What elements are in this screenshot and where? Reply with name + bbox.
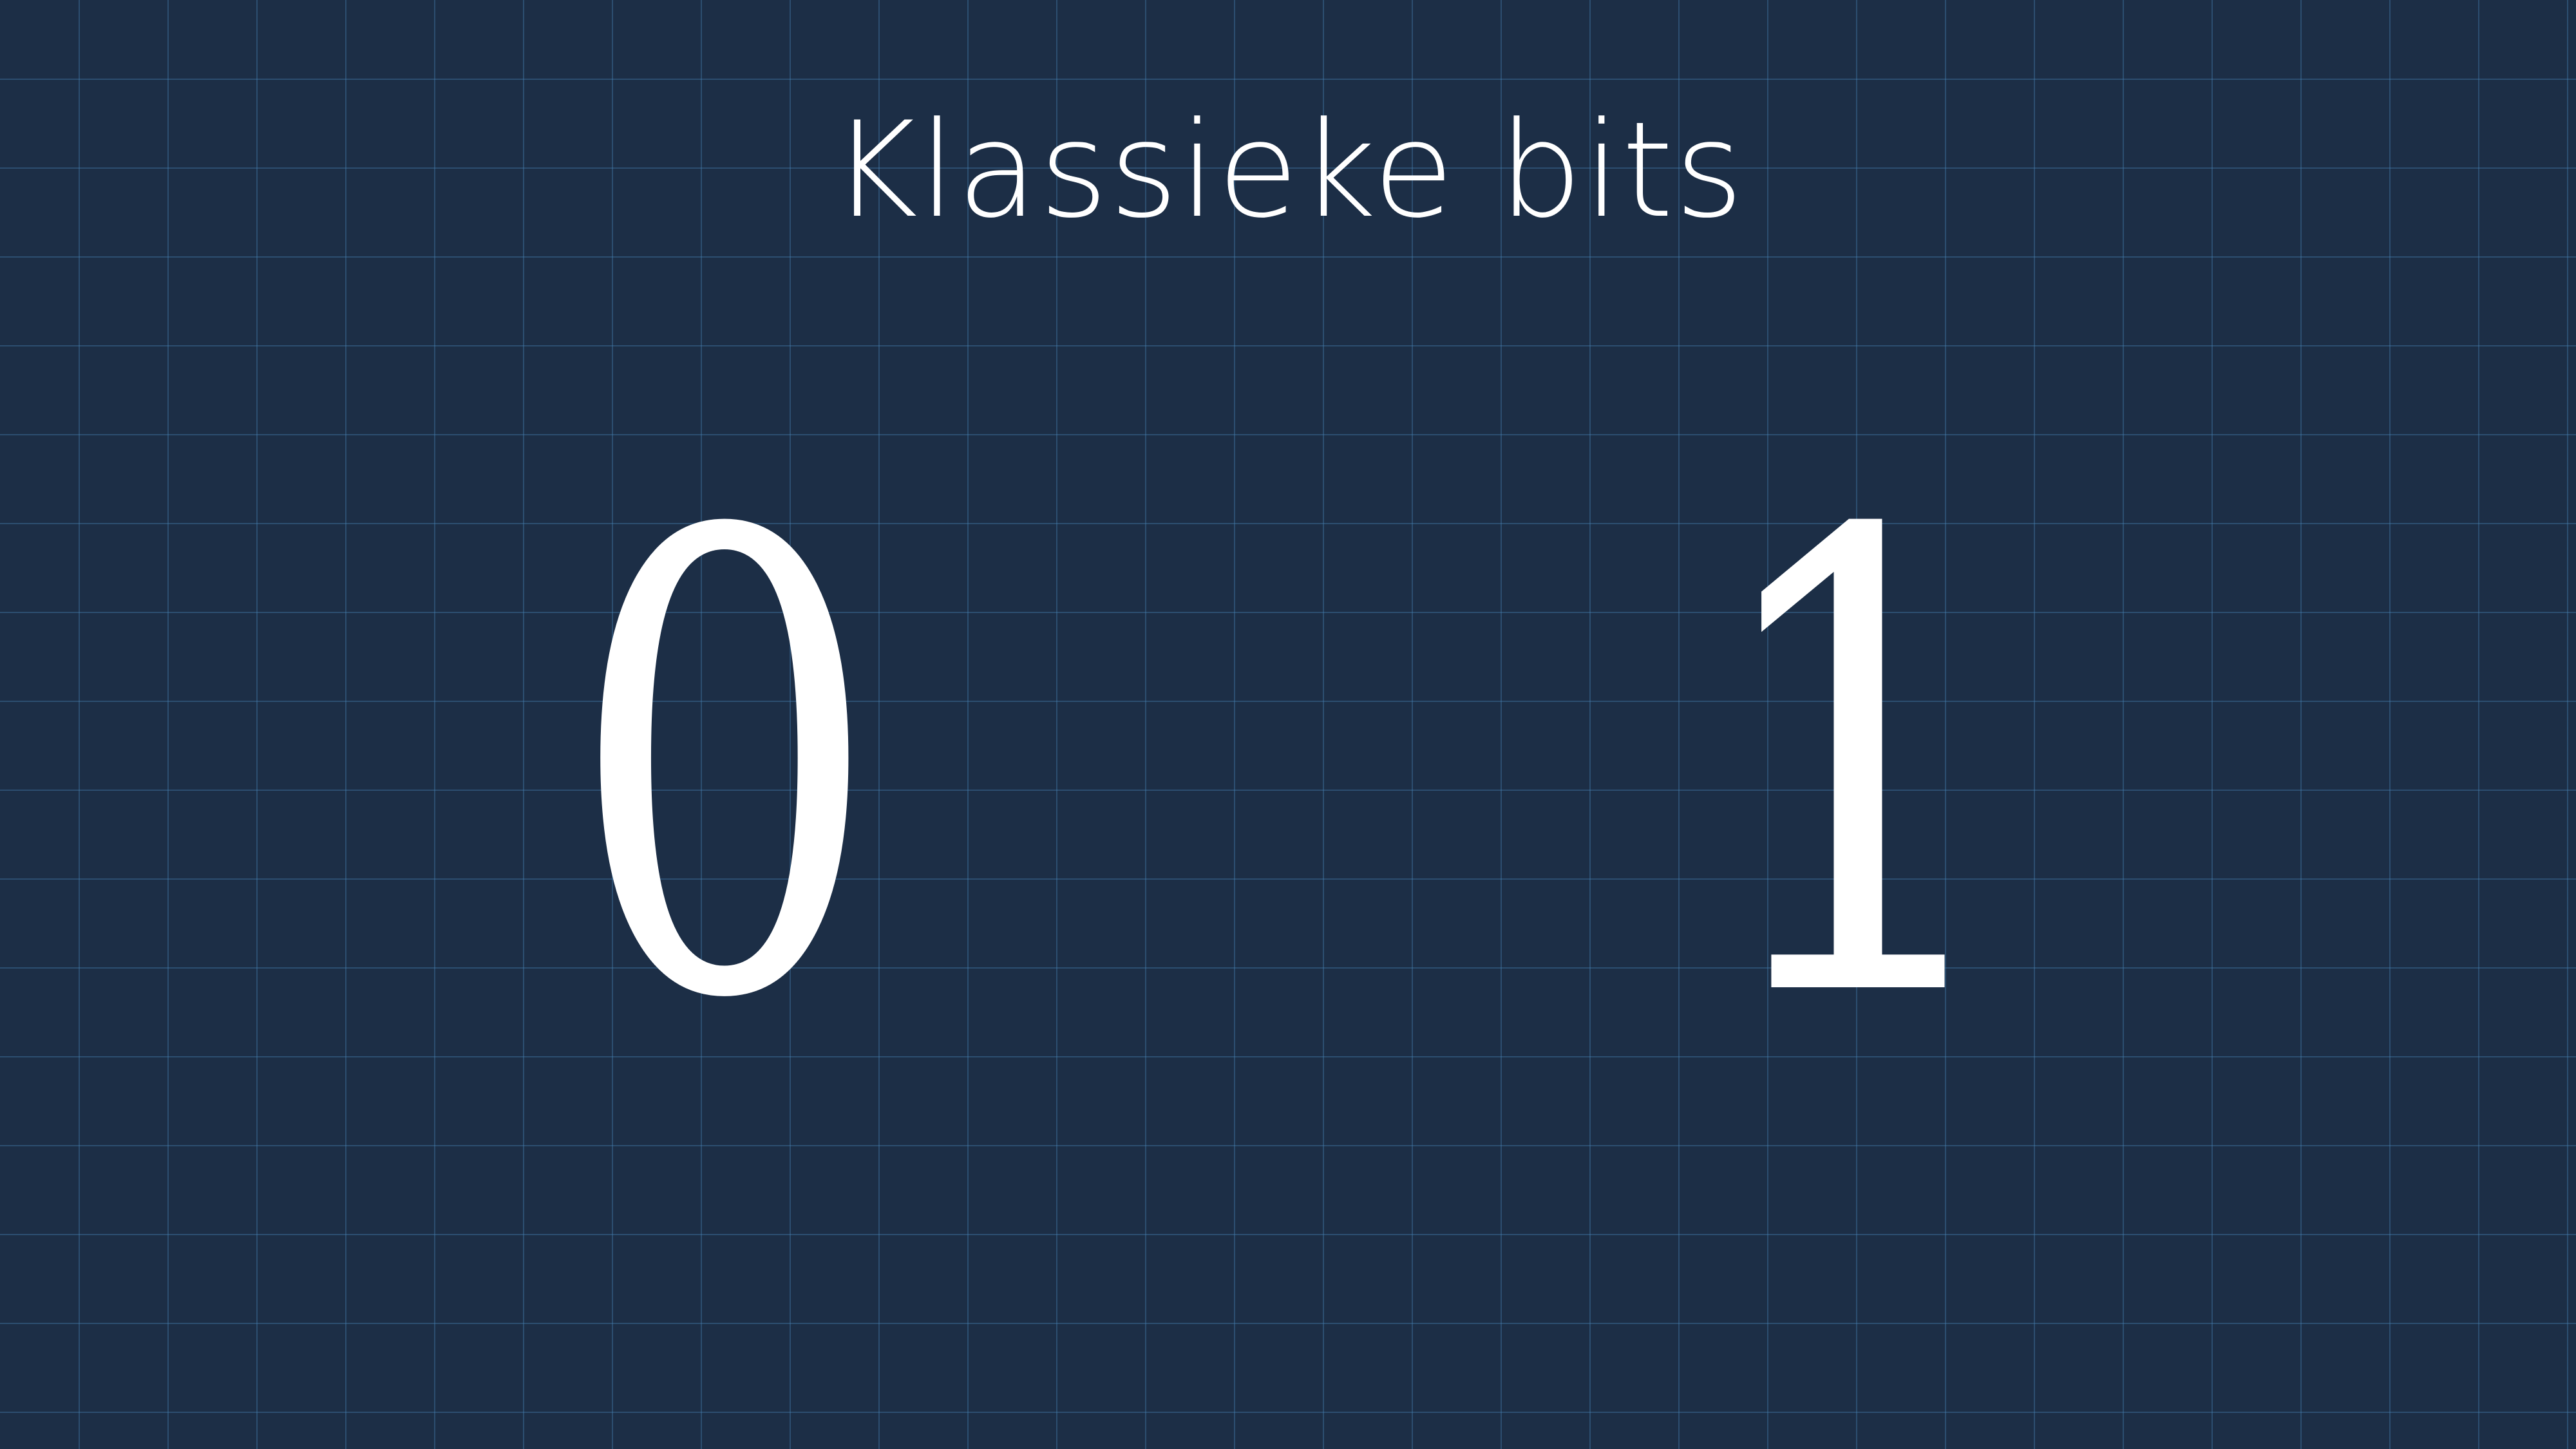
bit-one: 1 xyxy=(1701,402,2015,1137)
bit-zero: 0 xyxy=(567,402,882,1137)
slide: Klassieke bits 0 1 xyxy=(0,0,2576,1449)
slide-title: Klassieke bits xyxy=(831,94,1745,247)
